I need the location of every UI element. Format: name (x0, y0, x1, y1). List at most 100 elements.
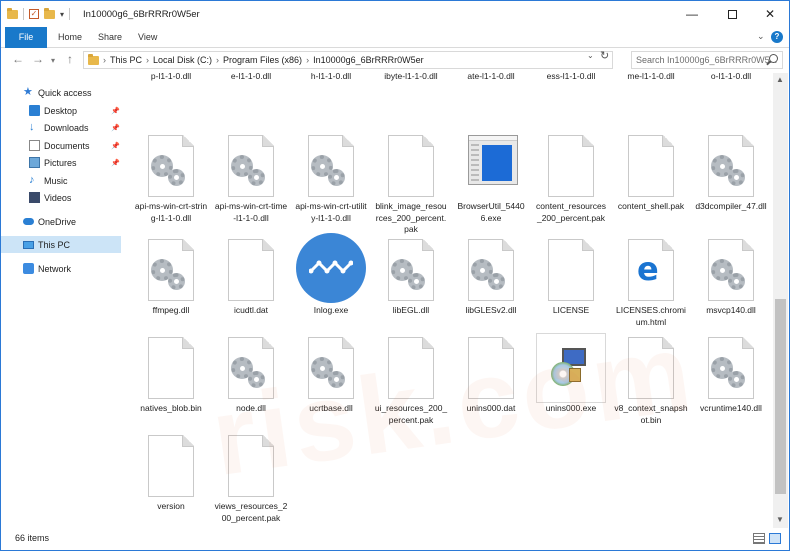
videos-icon (29, 192, 40, 203)
file-item[interactable]: api-ms-win-crt-multibyte-l1-1-0.dll (374, 73, 448, 82)
file-item[interactable]: api-ms-win-crt-time-l1-1-0.dll (214, 135, 288, 224)
sidebar-item-videos[interactable]: Videos (1, 189, 121, 206)
pin-icon[interactable]: 📌 (111, 124, 120, 132)
pin-icon[interactable]: 📌 (111, 107, 120, 115)
sidebar-item-this-pc[interactable]: This PC (1, 236, 121, 253)
file-item[interactable]: ffmpeg.dll (134, 239, 208, 317)
file-item[interactable]: libEGL.dll (374, 239, 448, 317)
forward-arrow-icon[interactable]: → (32, 52, 44, 66)
close-button[interactable]: ✕ (751, 1, 789, 27)
recent-locations-chevron-icon[interactable]: ▾ (51, 56, 55, 65)
scroll-up-icon[interactable]: ▲ (776, 75, 784, 84)
file-name: content_shell.pak (617, 201, 685, 211)
search-input[interactable]: Search In10000g6_6BrRRRr0W5... (631, 51, 783, 69)
file-name: blink_image_resources_200_percent.pak (375, 201, 447, 234)
pictures-icon (29, 157, 40, 168)
file-name: api-ms-win-crt-utility-l1-1-0.dll (295, 201, 367, 223)
up-arrow-icon[interactable]: ↑ (67, 52, 73, 66)
maximize-button[interactable] (713, 1, 751, 27)
file-item[interactable]: api-ms-win-crt-heap-l1-1-0.dll (134, 73, 208, 82)
file-item[interactable]: api-ms-win-crt-runtime-l1-1-0.dll (614, 73, 688, 82)
file-item[interactable]: e LICENSES.chromium.html (614, 239, 688, 328)
breadcrumb-current-folder[interactable]: In10000g6_6BrRRRr0W5er (313, 55, 424, 65)
pin-icon[interactable]: 📌 (111, 142, 120, 150)
tab-view[interactable]: View (138, 27, 157, 48)
file-item[interactable]: ucrtbase.dll (294, 337, 368, 415)
file-item[interactable]: icudtl.dat (214, 239, 288, 317)
explorer-window: ✓ ▾ In10000g6_6BrRRRr0W5er — ✕ File Home… (0, 0, 790, 551)
search-icon (769, 54, 778, 63)
properties-check-icon[interactable]: ✓ (29, 9, 39, 19)
file-name: ui_resources_200_percent.pak (374, 403, 448, 425)
file-item[interactable]: api-ms-win-crt-locale-l1-1-0.dll (214, 73, 288, 82)
file-item[interactable]: api-ms-win-crt-process-l1-1-0.dll (534, 73, 608, 82)
sidebar-item-downloads[interactable]: ↓ Downloads 📌 (1, 119, 121, 136)
file-item[interactable]: views_resources_200_percent.pak (214, 435, 288, 524)
scroll-down-icon[interactable]: ▼ (776, 515, 784, 524)
file-item[interactable]: vcruntime140.dll (694, 337, 768, 415)
dll-file-icon (148, 239, 194, 301)
address-bar[interactable]: › This PC › Local Disk (C:) › Program Fi… (83, 51, 613, 69)
expand-ribbon-chevron-icon[interactable]: ⌄ (757, 31, 765, 42)
details-view-icon[interactable] (753, 533, 765, 544)
file-item[interactable]: node.dll (214, 337, 288, 415)
file-item[interactable]: api-ms-win-crt-private-l1-1-0.dll (454, 73, 528, 82)
sidebar-item-pictures[interactable]: Pictures 📌 (1, 154, 121, 171)
back-arrow-icon[interactable]: ← (12, 52, 24, 66)
file-item[interactable]: unins000.dat (454, 337, 528, 415)
file-item[interactable]: libGLESv2.dll (454, 239, 528, 317)
installer-setup-icon (536, 333, 606, 403)
tab-file[interactable]: File (5, 27, 47, 48)
file-item[interactable]: ui_resources_200_percent.pak (374, 337, 448, 426)
breadcrumb-separator-icon[interactable]: › (146, 55, 149, 65)
sidebar-item-network[interactable]: Network (1, 260, 121, 277)
file-item[interactable]: api-ms-win-crt-string-l1-1-0.dll (134, 135, 208, 224)
file-item[interactable]: blink_image_resources_200_percent.pak (374, 135, 448, 236)
sidebar-item-onedrive[interactable]: OneDrive (1, 213, 121, 230)
file-item[interactable]: natives_blob.bin (134, 337, 208, 415)
file-item[interactable]: content_shell.pak (614, 135, 688, 213)
breadcrumb-local-disk[interactable]: Local Disk (C:) (153, 55, 212, 65)
breadcrumb-this-pc[interactable]: This PC (110, 55, 142, 65)
tab-home[interactable]: Home (58, 27, 82, 48)
pin-icon[interactable]: 📌 (111, 159, 120, 167)
sidebar-item-quick-access[interactable]: ★ Quick access (1, 84, 121, 101)
tab-share[interactable]: Share (98, 27, 122, 48)
address-history-chevron-icon[interactable]: ⌄ (587, 51, 594, 60)
large-icons-view-icon[interactable] (769, 533, 781, 544)
breadcrumb-separator-icon[interactable]: › (306, 55, 309, 65)
file-list: api-ms-win-crt-heap-l1-1-0.dll api-ms-win… (129, 73, 773, 528)
file-item[interactable]: d3dcompiler_47.dll (694, 135, 768, 213)
sidebar-item-desktop[interactable]: Desktop 📌 (1, 102, 121, 119)
sidebar-item-documents[interactable]: Documents 📌 (1, 137, 121, 154)
breadcrumb-separator-icon[interactable]: › (103, 55, 106, 65)
breadcrumb-separator-icon[interactable]: › (216, 55, 219, 65)
minimize-button[interactable]: — (673, 1, 711, 27)
file-name: api-ms-win-crt-time-l1-1-0.dll (214, 201, 288, 223)
file-item[interactable]: api-ms-win-crt-stdio-l1-1-0.dll (694, 73, 768, 82)
file-item[interactable]: unins000.exe (534, 333, 608, 415)
file-item[interactable]: v8_context_snapshot.bin (614, 337, 688, 426)
file-item[interactable]: api-ms-win-crt-utility-l1-1-0.dll (294, 135, 368, 224)
sidebar-item-label: Network (38, 263, 72, 274)
file-item[interactable]: msvcp140.dll (694, 239, 768, 317)
file-name: views_resources_200_percent.pak (214, 501, 288, 523)
file-item[interactable]: version (134, 435, 208, 513)
file-item[interactable]: LICENSE (534, 239, 608, 317)
scrollbar-thumb[interactable] (775, 299, 786, 494)
file-item[interactable]: api-ms-win-crt-math-l1-1-0.dll (294, 73, 368, 82)
file-item[interactable]: content_resources_200_percent.pak (534, 135, 608, 224)
customize-toolbar-chevron-icon[interactable]: ▾ (60, 10, 64, 19)
file-item[interactable]: Inlog.exe (294, 233, 368, 317)
file-name: api-ms-win-crt-private-l1-1-0.dll (467, 73, 515, 81)
refresh-icon[interactable]: ↻ (600, 49, 609, 62)
new-folder-icon[interactable] (44, 7, 55, 19)
sidebar-item-music[interactable]: ♪ Music (1, 172, 121, 189)
help-icon[interactable]: ? (771, 31, 783, 43)
breadcrumb-program-files[interactable]: Program Files (x86) (223, 55, 302, 65)
file-item[interactable]: BrowserUtil_54406.exe (454, 135, 528, 224)
sidebar-item-label: Pictures (44, 157, 77, 168)
vertical-scrollbar[interactable]: ▲ ▼ (773, 73, 788, 528)
file-name: Inlog.exe (313, 305, 349, 315)
file-name: ffmpeg.dll (152, 305, 190, 315)
